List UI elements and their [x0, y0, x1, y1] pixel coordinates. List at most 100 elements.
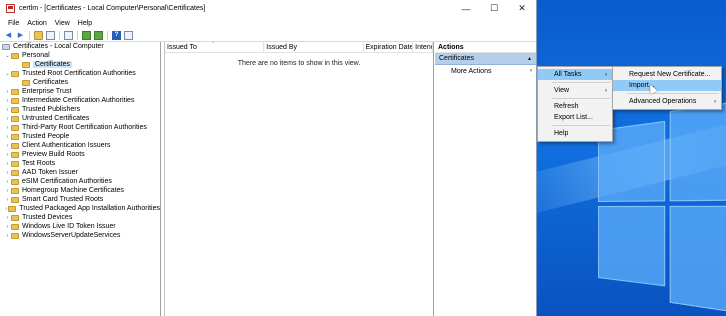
menu-item-export-list[interactable]: Export List...: [538, 112, 612, 123]
tree-node-trusted-root-certificates[interactable]: Certificates: [2, 78, 160, 87]
back-arrow-icon[interactable]: ◀: [4, 31, 13, 40]
menu-view[interactable]: View: [51, 20, 74, 27]
menu-item-request-new-certificate[interactable]: Request New Certificate...: [613, 69, 721, 80]
properties-icon[interactable]: [64, 30, 73, 40]
show-hide-console-tree-icon[interactable]: [46, 30, 55, 40]
more-actions-menu: All Tasks › View › Refresh Export List..…: [537, 66, 613, 142]
folder-icon: [11, 232, 19, 239]
collapsed-chevron-icon[interactable]: ›: [4, 98, 11, 104]
menu-item-import[interactable]: Import...: [613, 80, 721, 91]
tree-node-store[interactable]: › Trusted Packaged App Installation Autho…: [2, 204, 160, 213]
tree-node-store[interactable]: › AAD Token Issuer: [2, 168, 160, 177]
tree-node-label: Trusted People: [22, 133, 70, 140]
collapsed-chevron-icon[interactable]: ›: [4, 179, 11, 185]
menu-item-view[interactable]: View ›: [538, 85, 612, 96]
forward-arrow-icon[interactable]: ▶: [16, 31, 25, 40]
collapsed-chevron-icon[interactable]: ›: [4, 107, 11, 113]
tree-node-label: Third-Party Root Certification Authoriti…: [22, 124, 147, 131]
menu-file[interactable]: File: [4, 20, 23, 27]
collapsed-chevron-icon[interactable]: ›: [4, 125, 11, 131]
tree-node-label: Trusted Devices: [22, 214, 73, 221]
tree-node-store[interactable]: › Smart Card Trusted Roots: [2, 195, 160, 204]
tree-node-store[interactable]: › Trusted Devices: [2, 213, 160, 222]
collapsed-chevron-icon[interactable]: ›: [4, 197, 11, 203]
tree-node-store[interactable]: › Client Authentication Issuers: [2, 141, 160, 150]
minimize-button[interactable]: —: [452, 0, 480, 17]
menu-action[interactable]: Action: [23, 20, 50, 27]
column-header[interactable]: Issued To: [165, 42, 265, 53]
menu-separator: [552, 82, 610, 83]
windows-logo-pane: [669, 205, 726, 316]
tree-node-label: Trusted Packaged App Installation Author…: [19, 205, 160, 212]
show-hide-action-pane-icon[interactable]: [124, 30, 133, 40]
folder-icon: [11, 187, 19, 194]
tree-node-store[interactable]: › Trusted People: [2, 132, 160, 141]
tree-node-store[interactable]: › Test Roots: [2, 159, 160, 168]
collapsed-chevron-icon[interactable]: ›: [4, 89, 11, 95]
tree-node-label: WindowsServerUpdateServices: [22, 232, 121, 239]
collapsed-chevron-icon[interactable]: ›: [4, 116, 11, 122]
collapsed-chevron-icon[interactable]: ›: [4, 161, 11, 167]
tree-node-label: AAD Token Issuer: [22, 169, 78, 176]
collapsed-chevron-icon[interactable]: ›: [4, 143, 11, 149]
collapsed-chevron-icon[interactable]: ›: [4, 224, 11, 230]
action-section-certificates[interactable]: Certificates ▲: [435, 53, 536, 65]
collapsed-chevron-icon[interactable]: ›: [4, 134, 11, 140]
expanded-chevron-icon[interactable]: ⌄: [4, 53, 11, 59]
refresh-icon[interactable]: [82, 30, 91, 40]
tree-node-store[interactable]: › Intermediate Certification Authorities: [2, 96, 160, 105]
collapse-section-icon[interactable]: ▲: [527, 56, 532, 62]
toolbar-separator: [107, 30, 108, 40]
maximize-button[interactable]: ☐: [480, 0, 508, 17]
menu-separator: [552, 125, 610, 126]
tree-node-store[interactable]: › Homegroup Machine Certificates: [2, 186, 160, 195]
menu-item-help[interactable]: Help: [538, 128, 612, 139]
toolbar-separator: [77, 30, 78, 40]
collapsed-chevron-icon[interactable]: ›: [4, 233, 11, 239]
submenu-arrow-icon: ›: [605, 71, 607, 78]
menu-item-advanced-operations[interactable]: Advanced Operations ›: [613, 96, 721, 107]
tree-node-personal[interactable]: ⌄ Personal: [2, 51, 160, 60]
empty-list-message: There are no items to show in this view.: [237, 60, 361, 67]
desktop-wallpaper: [536, 0, 726, 316]
tree-node-store[interactable]: › Preview Build Roots: [2, 150, 160, 159]
expanded-chevron-icon[interactable]: ⌄: [4, 71, 11, 77]
tree-node-store[interactable]: › Third-Party Root Certification Authorit…: [2, 123, 160, 132]
close-button[interactable]: ✕: [508, 0, 536, 17]
up-one-level-icon[interactable]: [34, 30, 43, 40]
tree-node-store[interactable]: › Trusted Publishers: [2, 105, 160, 114]
folder-icon: [8, 205, 17, 212]
column-header[interactable]: Intenc: [413, 42, 433, 53]
tree-node-store[interactable]: › eSIM Certification Authorities: [2, 177, 160, 186]
folder-icon: [11, 178, 19, 185]
tree-node-personal-certificates[interactable]: Certificates: [2, 60, 160, 69]
column-header[interactable]: Issued By: [264, 42, 364, 53]
collapsed-chevron-icon[interactable]: ›: [4, 215, 11, 221]
menu-item-label: Export List...: [554, 114, 593, 121]
help-icon[interactable]: ?: [112, 30, 121, 40]
tree-node-trusted-root[interactable]: ⌄ Trusted Root Certification Authorities: [2, 69, 160, 78]
submenu-arrow-icon: ›: [714, 98, 716, 105]
console-tree: Certificates - Local Computer ⌄ Personal…: [2, 42, 161, 316]
export-list-icon[interactable]: [94, 30, 103, 40]
collapsed-chevron-icon[interactable]: ›: [4, 188, 11, 194]
tree-node-label: Test Roots: [22, 160, 56, 167]
menu-item-label: Advanced Operations: [629, 98, 697, 105]
folder-icon: [11, 223, 19, 230]
more-actions-item[interactable]: More Actions ›: [435, 65, 536, 77]
certificate-app-icon[interactable]: [6, 4, 15, 13]
menu-item-all-tasks[interactable]: All Tasks ›: [538, 69, 612, 80]
submenu-arrow-icon: ›: [530, 68, 532, 74]
menu-item-refresh[interactable]: Refresh: [538, 101, 612, 112]
tree-node-root[interactable]: Certificates - Local Computer: [2, 42, 160, 51]
tree-node-store[interactable]: › Enterprise Trust: [2, 87, 160, 96]
menu-help[interactable]: Help: [74, 20, 96, 27]
column-header[interactable]: Expiration Date: [364, 42, 414, 53]
title-bar[interactable]: certlm - [Certificates - Local Computer\…: [0, 0, 536, 17]
collapsed-chevron-icon[interactable]: ›: [4, 152, 11, 158]
action-pane: Actions Certificates ▲ More Actions ›: [435, 42, 536, 316]
tree-node-store[interactable]: › Windows Live ID Token Issuer: [2, 222, 160, 231]
tree-node-store[interactable]: › WindowsServerUpdateServices: [2, 231, 160, 240]
tree-node-store[interactable]: › Untrusted Certificates: [2, 114, 160, 123]
collapsed-chevron-icon[interactable]: ›: [4, 170, 11, 176]
